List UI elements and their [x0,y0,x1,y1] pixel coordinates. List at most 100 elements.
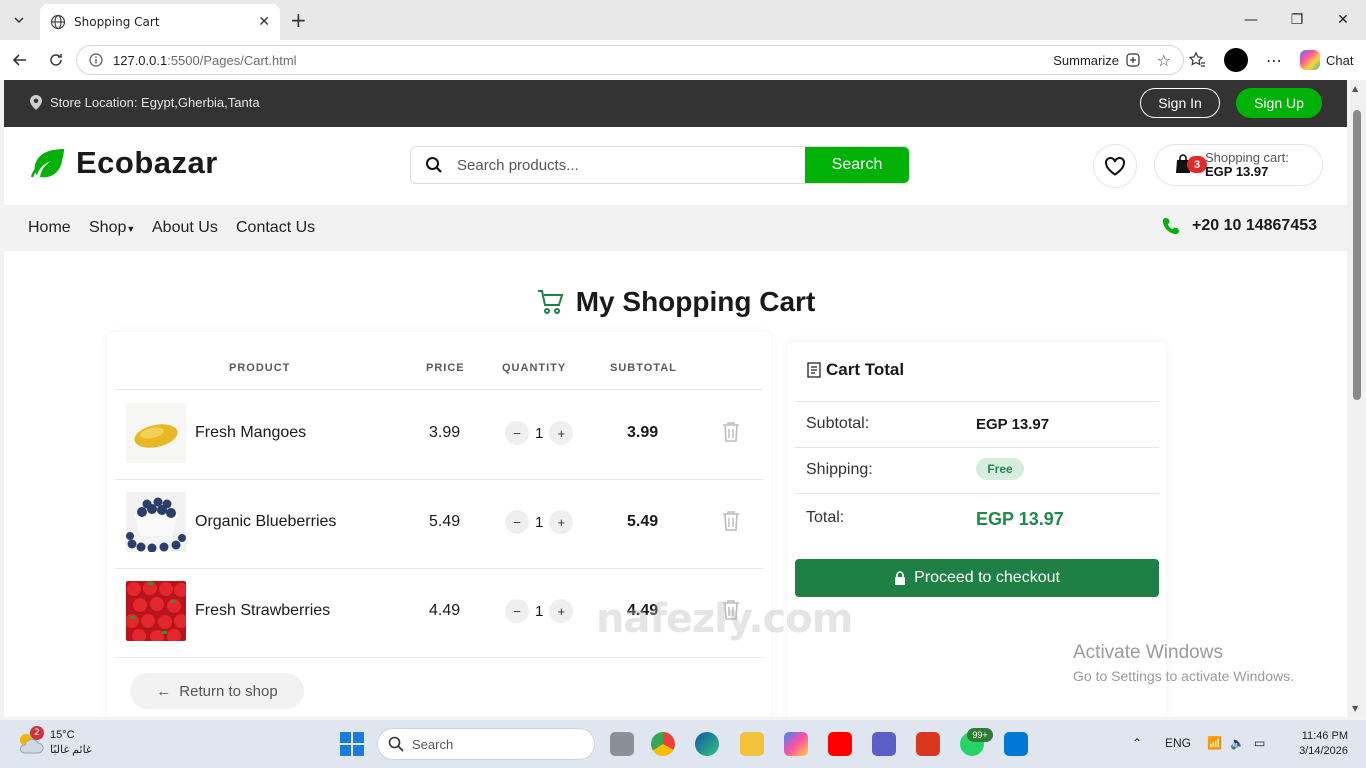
divider [795,401,1159,402]
leaf-icon [30,149,64,178]
taskbar-search[interactable]: Search [377,728,595,760]
arrow-left-icon: ← [156,682,172,700]
clock-time: 11:46 PM [1301,730,1348,742]
scroll-up-icon[interactable]: ▲ [1352,84,1358,93]
proceed-to-checkout-button[interactable]: Proceed to checkout [795,559,1159,597]
minimize-button[interactable]: — [1228,0,1274,40]
page-scrollbar[interactable]: ▲ ▼ [1348,80,1366,717]
tab-close-icon[interactable]: ✕ [258,14,270,30]
browser-tabbar: Shopping Cart ✕ + — ❐ ✕ [0,0,1366,40]
tab-title: Shopping Cart [74,15,160,29]
return-to-shop-button[interactable]: ← Return to shop [130,673,304,709]
increase-qty-button[interactable]: + [549,599,574,623]
browser-tab-active[interactable]: Shopping Cart ✕ [40,4,280,40]
decrease-qty-button[interactable]: − [505,421,529,445]
summarize-button[interactable]: Summarize [1053,52,1141,68]
system-clock[interactable]: 11:46 PM 3/14/2026 [1290,729,1348,759]
quantity-value: 1 [535,602,544,620]
refresh-icon [50,54,62,66]
edge-icon[interactable] [695,732,719,756]
file-explorer-icon[interactable] [740,732,764,756]
language-indicator[interactable]: ENG [1165,736,1191,750]
trash-icon[interactable] [722,421,740,443]
nav-shop[interactable]: Shop▼ [89,219,135,237]
copilot-app-icon[interactable] [784,732,808,756]
task-view-icon[interactable] [610,732,634,756]
nav-home[interactable]: Home [28,219,71,237]
decrease-qty-button[interactable]: − [505,599,529,623]
powerpoint-icon[interactable] [916,732,940,756]
store-location-text: Store Location: Egypt,Gherbia,Tanta [50,95,260,110]
volume-icon[interactable]: 🔈 [1230,736,1245,750]
product-name[interactable]: Fresh Mangoes [195,424,306,442]
wishlist-button[interactable] [1093,144,1137,188]
cart-amount: EGP 13.97 [1205,164,1269,179]
cart-table-card: PRODUCT PRICE QUANTITY SUBTOTAL Fresh Ma… [107,332,771,717]
info-icon[interactable] [89,53,103,67]
brand-logo[interactable]: Ecobazar [30,145,218,181]
tray-chevron-up-icon[interactable]: ⌃ [1132,736,1142,750]
wifi-icon[interactable]: 📶 [1207,736,1222,750]
star-icon[interactable]: ☆ [1157,51,1171,70]
weather-text: 15°C غائم غالبًا [50,728,92,758]
vscode-icon[interactable] [1004,732,1028,756]
youtube-icon[interactable] [828,732,852,756]
decrease-qty-button[interactable]: − [505,510,529,534]
product-image-blueberries [126,492,186,552]
product-name[interactable]: Organic Blueberries [195,513,336,531]
new-tab-button[interactable]: + [290,10,307,30]
increase-qty-button[interactable]: + [549,421,574,445]
chevron-down-icon [14,17,24,24]
divider [795,493,1159,494]
header-cart-button[interactable]: 3 Shopping cart: EGP 13.97 [1154,144,1323,186]
contact-phone[interactable]: +20 10 14867453 [1162,217,1317,235]
product-name[interactable]: Fresh Strawberries [195,602,330,620]
product-image-strawberries [126,581,186,641]
trash-icon[interactable] [722,510,740,532]
chrome-icon[interactable] [651,732,675,756]
teams-icon[interactable] [872,732,896,756]
activate-title: Activate Windows [1073,642,1223,663]
col-header-quantity: QUANTITY [502,362,567,374]
start-button[interactable] [340,732,364,756]
summarize-label: Summarize [1053,52,1119,68]
profile-avatar[interactable] [1224,48,1248,72]
close-window-button[interactable]: ✕ [1320,0,1366,40]
search-input[interactable] [457,147,805,183]
refresh-button[interactable] [44,48,68,72]
shipping-free-badge: Free [976,458,1024,480]
more-menu-icon[interactable]: ⋯ [1266,51,1282,70]
taskbar-search-label: Search [412,736,454,752]
receipt-icon [807,362,821,378]
favorites-icon[interactable] [1188,51,1206,69]
back-button[interactable] [8,48,32,72]
col-header-subtotal: SUBTOTAL [610,362,677,374]
cart-row: Organic Blueberries 5.49 − 1 + 5.49 [107,479,771,568]
shopping-cart-icon [537,290,564,314]
checkout-label: Proceed to checkout [914,569,1060,586]
cart-count-badge: 3 [1187,156,1207,173]
tab-list-button[interactable] [6,7,32,33]
return-label: Return to shop [179,682,278,700]
search-icon [388,736,404,752]
col-header-product: PRODUCT [229,362,291,374]
row-subtotal: 3.99 [627,424,659,441]
scroll-thumb[interactable] [1353,110,1361,400]
sign-in-button[interactable]: Sign In [1140,88,1220,118]
scroll-down-icon[interactable]: ▼ [1352,704,1358,713]
total-value: EGP 13.97 [976,509,1064,529]
battery-icon[interactable]: ▭ [1254,736,1265,750]
increase-qty-button[interactable]: + [549,510,574,534]
nav-about[interactable]: About Us [152,219,218,237]
chat-label: Chat [1326,52,1354,68]
weather-alert-badge: 2 [30,726,44,740]
copilot-chat-button[interactable]: Chat [1300,50,1353,70]
restore-button[interactable]: ❐ [1274,0,1320,40]
cart-total-title: Cart Total [806,360,904,380]
sign-up-button[interactable]: Sign Up [1236,88,1322,118]
weather-widget[interactable]: 2 15°C غائم غالبًا [16,726,92,758]
address-bar[interactable]: 127.0.0.1:5500/Pages/Cart.html Summarize… [76,45,1184,75]
search-button[interactable]: Search [805,147,909,183]
browser-right-tools: ⋯ Chat [1188,48,1353,72]
nav-contact[interactable]: Contact Us [236,219,315,237]
